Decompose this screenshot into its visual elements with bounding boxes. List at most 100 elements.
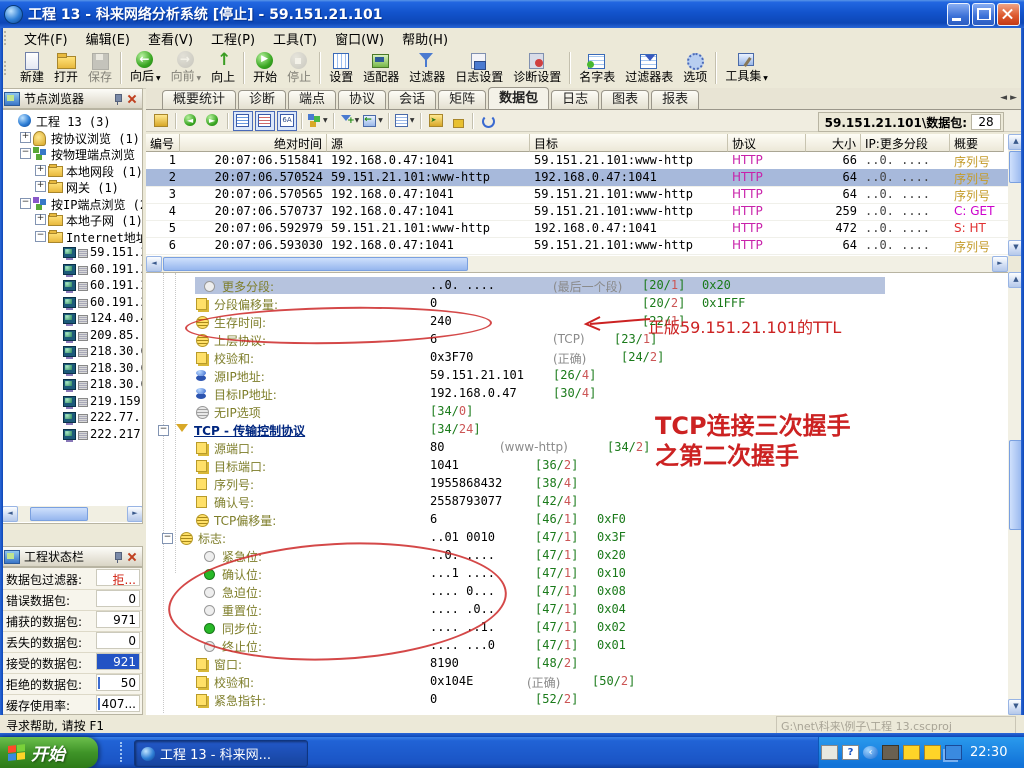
decode-row[interactable]: − 标志: ..01 0010 [47/1] 0x3F [146, 529, 1008, 547]
expander-icon[interactable]: + [35, 164, 46, 176]
packet-row[interactable]: 1 20:07:06.515841 192.168.0.47:1041 59.151.… [146, 152, 1008, 170]
column-header-2[interactable]: 源 [327, 134, 530, 152]
tree-item[interactable]: + 本地网段 (1) [1, 162, 142, 179]
tree-item[interactable]: 218.30.6 [1, 343, 142, 360]
capture-tray-icon[interactable] [882, 745, 899, 760]
menu-item-3[interactable]: 工程(P) [202, 27, 264, 50]
toolbar-button-save[interactable]: 保存 [83, 51, 117, 85]
toolbar-button-log-settings[interactable]: 日志设置 [450, 51, 508, 85]
toolbar-button-diag-settings[interactable]: 诊断设置 [508, 51, 566, 85]
tree-item[interactable]: + 网关 (1) [1, 178, 142, 195]
toolbar-button-start[interactable]: 开始 [248, 51, 282, 85]
tree-item[interactable]: 124.40.4 [1, 310, 142, 327]
tree-item[interactable]: 209.85.1 [1, 327, 142, 344]
decode-row[interactable]: 更多分段: ..0. .... (最后一个段) [20/1] 0x20 [146, 277, 1008, 295]
expander-icon[interactable]: + [35, 181, 46, 192]
decode-row[interactable]: 确认号: 2558793077 [42/4] [146, 493, 1008, 511]
decode-row[interactable]: − TCP - 传输控制协议 [34/24] [146, 421, 1008, 439]
menu-item-4[interactable]: 工具(T) [264, 27, 326, 50]
decode-row[interactable]: 校验和: 0x3F70 (正确) [24/2] [146, 349, 1008, 367]
toolbar-button-name-table[interactable]: 名字表 [574, 51, 620, 85]
network-tray-icon[interactable] [945, 745, 962, 760]
menu-item-1[interactable]: 编辑(E) [77, 27, 139, 50]
tree-item[interactable]: + 按协议浏览 (1) [1, 129, 142, 146]
taskbar-task-button[interactable]: 工程 13 - 科来网... [134, 740, 308, 767]
decode-row[interactable]: 无IP选项 [34/0] [146, 403, 1008, 421]
decode-row[interactable]: 目标端口: 1041 [36/2] [146, 457, 1008, 475]
messenger-tray-icon[interactable] [924, 745, 941, 760]
tab-报表[interactable]: 报表 [651, 90, 700, 109]
tree-item[interactable]: − Internet地址 [1, 228, 142, 245]
tree-item[interactable]: 222.217. [1, 426, 142, 443]
tab-scroll-arrows[interactable]: ◄► [1000, 93, 1020, 103]
tree-item[interactable]: 218.30.6 [1, 360, 142, 377]
tab-端点[interactable]: 端点 [288, 90, 337, 109]
tray-collapse-icon[interactable]: ‹ [863, 746, 878, 759]
toolbar-button-stop[interactable]: 停止 [282, 51, 316, 85]
toolbar-button-open[interactable]: 打开 [49, 51, 83, 85]
packet-tool-goto-packet[interactable] [151, 111, 171, 131]
tree-item[interactable]: 219.159. [1, 393, 142, 410]
tab-会话[interactable]: 会话 [388, 90, 437, 109]
packet-row[interactable]: 5 20:07:06.592979 59.151.21.101:www-http 19… [146, 220, 1008, 238]
expander-icon[interactable]: − [20, 197, 31, 209]
tree-item[interactable]: 60.191.2 [1, 294, 142, 311]
packet-tool-view-list[interactable] [233, 110, 253, 131]
tree-item[interactable]: 工程 13 (3) [1, 112, 142, 129]
toolbar-button-adapter[interactable]: 适配器 [358, 51, 404, 85]
panel-close-icon[interactable] [126, 93, 138, 105]
tab-图表[interactable]: 图表 [601, 90, 650, 109]
packet-tool-view-hex[interactable]: 6A [277, 110, 297, 131]
toolbar-button-filter-table[interactable]: 过滤器表 [620, 51, 678, 85]
help-tray-icon[interactable]: ? [842, 745, 859, 760]
menu-item-0[interactable]: 文件(F) [15, 27, 77, 50]
decode-row[interactable]: 校验和: 0x104E (正确) [50/2] [146, 673, 1008, 691]
tree-h-scrollbar[interactable]: ◄ ► [2, 506, 142, 522]
expander-icon[interactable]: − [162, 533, 173, 544]
maximize-button[interactable] [972, 3, 995, 26]
packet-tool-lock[interactable] [448, 111, 468, 131]
toolbar-button-back[interactable]: 向后 ▼ [125, 50, 166, 87]
tree-item[interactable]: − 按物理端点浏览 (2) [1, 145, 142, 162]
column-header-3[interactable]: 目标 [530, 134, 728, 152]
messenger-tray-icon[interactable] [903, 745, 920, 760]
column-header-6[interactable]: IP:更多分段 [861, 134, 950, 152]
tab-矩阵[interactable]: 矩阵 [438, 90, 487, 109]
close-button[interactable] [997, 3, 1020, 26]
toolbar-button-new[interactable]: 新建 [15, 51, 49, 85]
toolbar-button-options[interactable]: 选项 [678, 51, 712, 85]
toolbar-button-filter[interactable]: 过滤器 [404, 51, 450, 85]
packet-tool-columns[interactable]: ▼ [394, 111, 416, 131]
packet-row[interactable]: 6 20:07:06.593030 192.168.0.47:1041 59.151.… [146, 237, 1008, 255]
tree-item[interactable]: 60.191.2 [1, 277, 142, 294]
column-header-4[interactable]: 协议 [728, 134, 806, 152]
packet-tool-make-filter[interactable]: ▼ [339, 111, 361, 131]
toolbar-button-settings[interactable]: 设置 [324, 51, 358, 85]
tab-协议[interactable]: 协议 [338, 90, 387, 109]
pin-icon[interactable] [112, 93, 122, 105]
packet-row[interactable]: 4 20:07:06.570737 192.168.0.47:1041 59.151.… [146, 203, 1008, 221]
column-header-7[interactable]: 概要 [950, 134, 1004, 152]
expander-icon[interactable]: + [35, 214, 46, 225]
column-header-5[interactable]: 大小 [806, 134, 861, 152]
tab-日志[interactable]: 日志 [551, 90, 600, 109]
minimize-button[interactable] [947, 3, 970, 26]
pin-icon[interactable] [112, 551, 122, 563]
panel-close-icon[interactable] [126, 551, 138, 563]
decode-row[interactable]: 目标IP地址: 192.168.0.47 [30/4] [146, 385, 1008, 403]
tab-诊断[interactable]: 诊断 [238, 90, 287, 109]
column-header-1[interactable]: 绝对时间 [180, 134, 327, 152]
expander-icon[interactable]: − [20, 148, 31, 159]
menu-item-2[interactable]: 查看(V) [139, 27, 202, 50]
tree-item[interactable]: + 本地子网 (1) [1, 211, 142, 228]
tree-item[interactable]: − 按IP端点浏览 (2) [1, 195, 142, 212]
packet-tool-export[interactable]: ▼ [362, 111, 384, 131]
column-header-0[interactable]: 编号 [146, 134, 180, 152]
expander-icon[interactable]: − [35, 230, 46, 242]
start-button[interactable]: 开始 [0, 737, 98, 768]
decode-row[interactable]: TCP偏移量: 6 [46/1] 0xF0 [146, 511, 1008, 529]
keyboard-tray-icon[interactable] [821, 745, 838, 760]
packet-row[interactable]: 2 20:07:06.570524 59.151.21.101:www-http 19… [146, 169, 1008, 187]
expander-icon[interactable]: + [20, 131, 31, 143]
tab-数据包[interactable]: 数据包 [488, 87, 550, 109]
